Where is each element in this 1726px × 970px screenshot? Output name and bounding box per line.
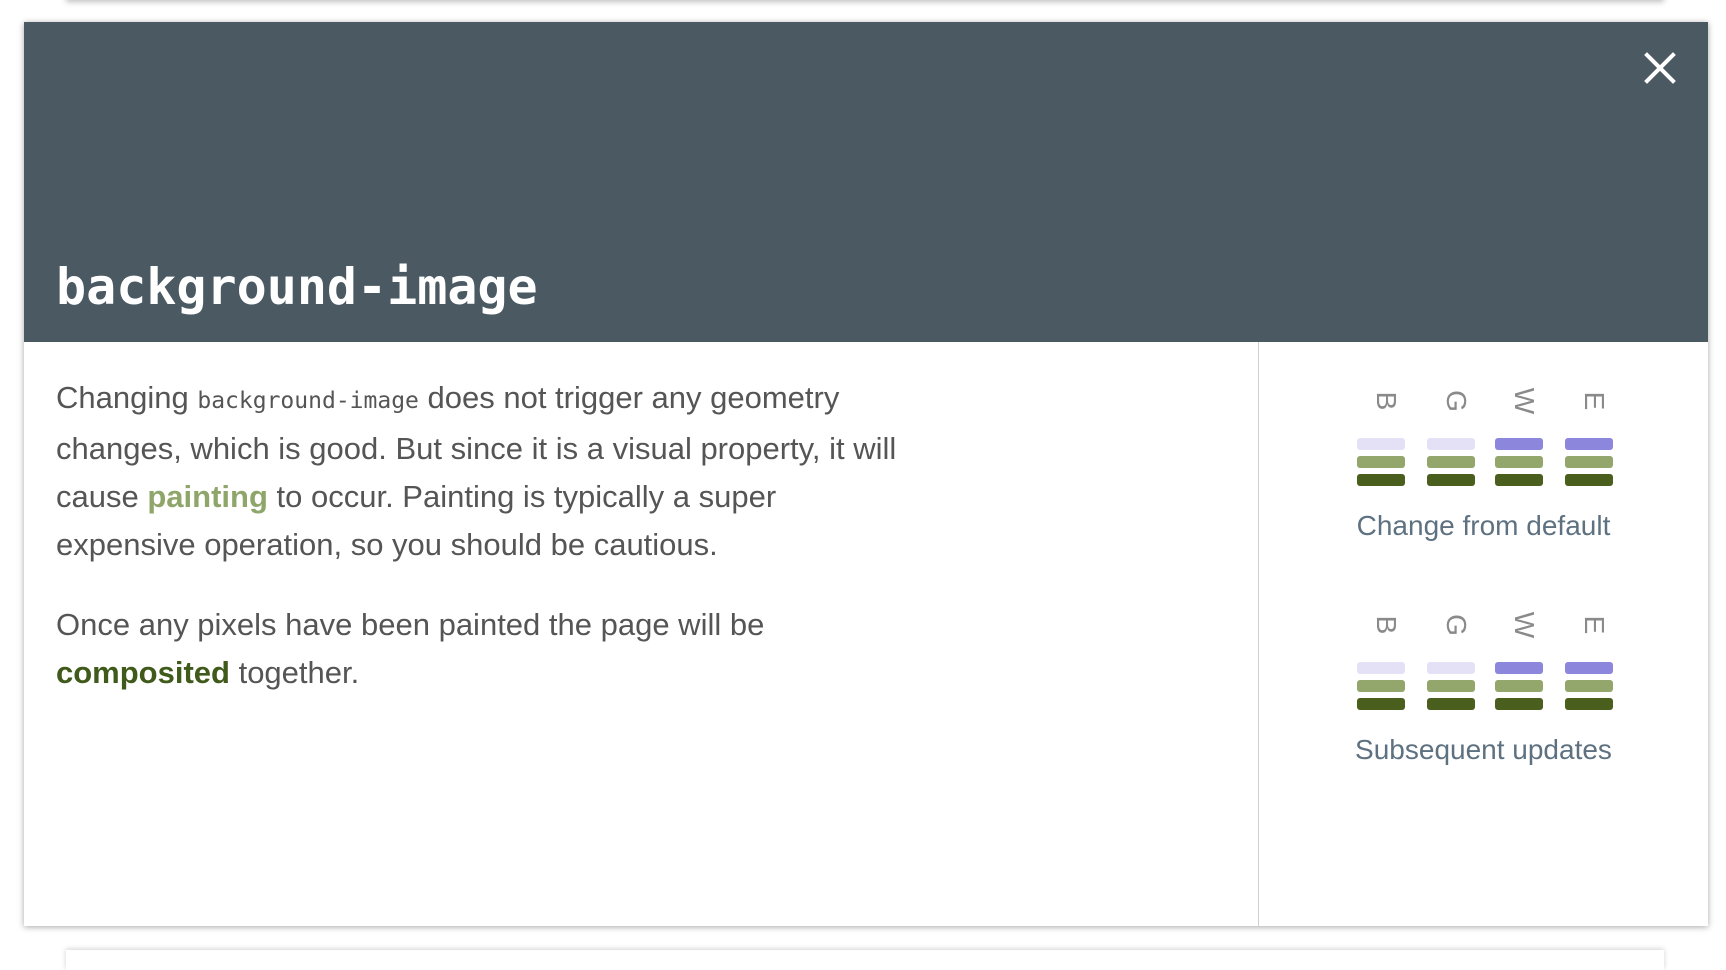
composite-bar-b bbox=[1357, 698, 1405, 710]
metric-change-from-default: B G W E Change from default bbox=[1259, 382, 1708, 562]
engine-letter-g: G bbox=[1441, 390, 1472, 412]
composite-bar-g bbox=[1427, 698, 1475, 710]
engine-letter-e: E bbox=[1579, 391, 1610, 411]
property-title: background-image bbox=[56, 258, 538, 316]
layout-bar-w bbox=[1495, 662, 1543, 674]
engine-cost-panel: B G W E Change from default B G W E Subs… bbox=[1259, 342, 1708, 926]
background-card-bottom bbox=[66, 950, 1664, 970]
engine-letter-e: E bbox=[1579, 615, 1610, 635]
paint-bar-e bbox=[1565, 680, 1613, 692]
paragraph-text: Changing bbox=[56, 380, 198, 415]
metric-subsequent-updates: B G W E Subsequent updates bbox=[1259, 606, 1708, 786]
engine-letter-w: W bbox=[1509, 387, 1540, 415]
modal-header: background-image bbox=[24, 22, 1708, 342]
paint-bar-g bbox=[1427, 456, 1475, 468]
composite-bar-b bbox=[1357, 474, 1405, 486]
code-property-name: background-image bbox=[197, 388, 419, 414]
close-icon[interactable] bbox=[1642, 50, 1678, 86]
composite-bar-e bbox=[1565, 698, 1613, 710]
property-description: Changing background-image does not trigg… bbox=[56, 374, 916, 729]
layout-bar-e bbox=[1565, 438, 1613, 450]
description-paragraph-2: Once any pixels have been painted the pa… bbox=[56, 601, 916, 697]
layout-bar-e bbox=[1565, 662, 1613, 674]
engine-letter-b: B bbox=[1371, 391, 1402, 411]
description-paragraph-1: Changing background-image does not trigg… bbox=[56, 374, 916, 569]
layout-bar-g bbox=[1427, 438, 1475, 450]
metric-label: Change from default bbox=[1356, 510, 1611, 541]
paint-bar-w bbox=[1495, 680, 1543, 692]
composite-bar-w bbox=[1495, 698, 1543, 710]
paragraph-text: Once any pixels have been painted the pa… bbox=[56, 607, 765, 642]
metric-label: Subsequent updates bbox=[1355, 734, 1612, 765]
engine-letter-b: B bbox=[1371, 615, 1402, 635]
paint-bar-w bbox=[1495, 456, 1543, 468]
paint-bar-b bbox=[1357, 680, 1405, 692]
paint-bar-g bbox=[1427, 680, 1475, 692]
paragraph-text: together. bbox=[229, 655, 360, 690]
engine-letter-g: G bbox=[1441, 614, 1472, 636]
layout-bar-b bbox=[1357, 438, 1405, 450]
paint-bar-b bbox=[1357, 456, 1405, 468]
layout-bar-g bbox=[1427, 662, 1475, 674]
layout-bar-w bbox=[1495, 438, 1543, 450]
paint-bar-e bbox=[1565, 456, 1613, 468]
engine-letter-w: W bbox=[1509, 611, 1540, 639]
layout-bar-b bbox=[1357, 662, 1405, 674]
property-detail-modal: background-image Changing background-ima… bbox=[24, 22, 1708, 926]
composite-bar-e bbox=[1565, 474, 1613, 486]
composited-link[interactable]: composited bbox=[56, 655, 230, 690]
composite-bar-g bbox=[1427, 474, 1475, 486]
painting-link[interactable]: painting bbox=[147, 479, 268, 514]
engine-letters: B G W E bbox=[1371, 382, 1651, 422]
composite-bar-w bbox=[1495, 474, 1543, 486]
engine-letters: B G W E bbox=[1371, 606, 1651, 646]
